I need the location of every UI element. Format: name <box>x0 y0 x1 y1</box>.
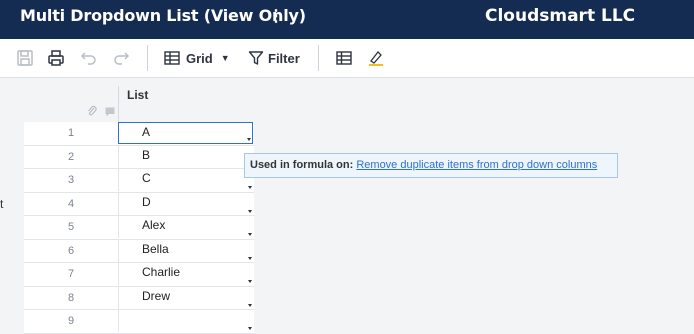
grid-cell[interactable]: A <box>118 122 253 144</box>
column-header-list[interactable]: List <box>127 88 148 102</box>
row-number[interactable]: 8 <box>24 286 118 309</box>
grid-cell[interactable]: C <box>118 169 253 191</box>
save-icon[interactable] <box>14 47 36 69</box>
grid: List 1 A 2 B 3 C 4 D 5 Alex 6 Bella 7 Ch… <box>0 78 694 334</box>
highlight-icon[interactable] <box>366 47 386 69</box>
grid-cell[interactable]: Charlie <box>118 263 253 285</box>
cell-value: Bella <box>142 241 169 256</box>
grid-rows: 1 A 2 B 3 C 4 D 5 Alex 6 Bella 7 Charlie… <box>24 122 254 334</box>
row-number[interactable]: 1 <box>24 122 118 144</box>
table-icon[interactable] <box>334 47 354 69</box>
dropdown-arrow-icon[interactable] <box>248 209 252 213</box>
app-header: Multi Dropdown List (View Only) ⋮ Clouds… <box>0 0 694 39</box>
cell-value: Drew <box>142 288 171 303</box>
org-name: Cloudsmart LLC <box>485 6 636 26</box>
view-label: Grid <box>186 50 213 66</box>
row-number[interactable]: 5 <box>24 216 118 238</box>
formula-usage-tooltip: Used in formula on: Remove duplicate ite… <box>244 153 618 178</box>
grid-cell[interactable] <box>118 310 253 332</box>
dropdown-arrow-icon[interactable] <box>248 186 252 189</box>
cell-value: B <box>142 147 151 162</box>
formula-link[interactable]: Remove duplicate items from drop down co… <box>356 159 597 171</box>
dropdown-arrow-icon[interactable] <box>248 233 252 236</box>
redo-icon[interactable] <box>110 47 132 69</box>
dropdown-arrow-icon[interactable] <box>248 303 252 307</box>
grid-cell[interactable]: D <box>118 192 253 215</box>
table-row: 8 Drew <box>24 286 254 310</box>
row-header-corner <box>24 78 118 122</box>
grid-cell[interactable]: Drew <box>118 286 253 309</box>
table-row: 1 A <box>24 122 254 146</box>
filter-icon <box>248 51 264 65</box>
table-row: 6 Bella <box>24 239 254 263</box>
row-number[interactable]: 7 <box>24 263 118 285</box>
column-divider <box>118 86 119 122</box>
view-switcher-button[interactable]: Grid ▼ <box>164 47 230 69</box>
grid-cell[interactable]: Alex <box>118 216 253 238</box>
chevron-down-icon: ▼ <box>220 53 230 63</box>
print-icon[interactable] <box>45 47 67 69</box>
tooltip-label: Used in formula on: <box>250 159 354 171</box>
sheet-title[interactable]: Multi Dropdown List (View Only) <box>20 6 306 25</box>
toolbar: Grid ▼ Filter <box>0 39 694 78</box>
table-row: 3 C <box>24 169 254 193</box>
row-number[interactable]: 9 <box>24 310 118 332</box>
grid-icon <box>164 51 180 65</box>
table-row: 2 B <box>24 145 254 169</box>
cell-value: A <box>142 125 151 139</box>
cell-value: Alex <box>142 218 166 232</box>
toolbar-divider <box>147 45 148 71</box>
row-number[interactable]: 6 <box>24 239 118 262</box>
grid-cell[interactable]: Bella <box>118 239 253 262</box>
attachment-icon[interactable] <box>86 105 98 117</box>
dropdown-arrow-icon[interactable] <box>247 138 251 141</box>
column-header-row: List <box>24 78 254 122</box>
comment-icon[interactable] <box>104 106 116 118</box>
row-number[interactable]: 4 <box>24 192 118 215</box>
sheet-menu-icon[interactable]: ⋮ <box>268 6 284 26</box>
row-number[interactable]: 3 <box>24 169 118 191</box>
edge-text: t <box>0 197 4 211</box>
table-row: 5 Alex <box>24 216 254 240</box>
filter-label: Filter <box>268 50 300 66</box>
cell-value: C <box>142 171 151 185</box>
undo-icon[interactable] <box>78 47 100 69</box>
table-row: 7 Charlie <box>24 263 254 287</box>
toolbar-divider <box>318 45 319 71</box>
dropdown-arrow-icon[interactable] <box>248 256 252 260</box>
filter-button[interactable]: Filter <box>248 47 300 69</box>
dropdown-arrow-icon[interactable] <box>248 280 252 283</box>
cell-value: D <box>142 194 151 209</box>
row-number[interactable]: 2 <box>24 145 118 168</box>
cell-value: Charlie <box>142 265 181 279</box>
grid-cell[interactable]: B <box>118 145 253 168</box>
table-row: 4 D <box>24 192 254 216</box>
